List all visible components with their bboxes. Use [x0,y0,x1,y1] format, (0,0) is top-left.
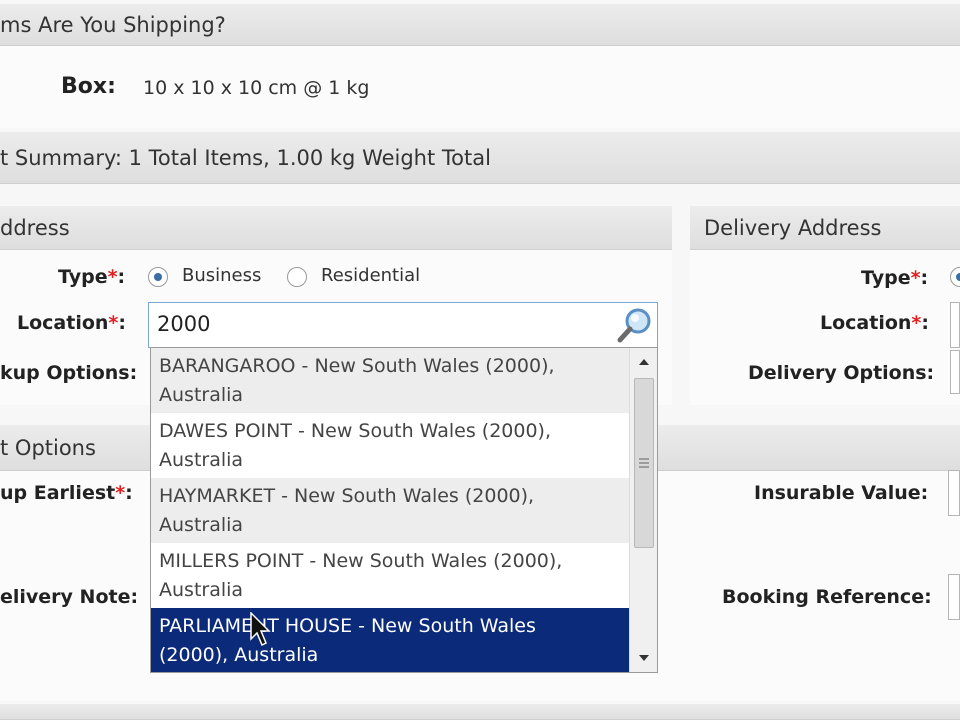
summary-text: t Summary: 1 Total Items, 1.00 kg Weight… [0,145,491,170]
search-icon[interactable] [615,305,655,345]
bottom-section-header [0,704,960,720]
delivery-options-label: Delivery Options: [748,362,935,384]
radio-business[interactable] [148,267,168,287]
scroll-down-icon[interactable] [630,646,658,670]
radio-residential-label[interactable]: Residential [321,265,420,286]
delivery-location-label: Location*: [820,312,929,334]
scroll-up-icon[interactable] [630,350,658,374]
insurable-value-input[interactable] [948,470,960,516]
scrollbar-thumb[interactable] [634,378,654,548]
autocomplete-scrollbar[interactable] [629,348,657,672]
cursor-icon [250,612,271,647]
pickup-address-title: ddress [0,215,70,240]
list-item-selected[interactable]: PARLIAMENT HOUSE - New South Wales (2000… [151,608,629,672]
delivery-location-input[interactable] [950,302,960,348]
items-section-title: ms Are You Shipping? [0,12,226,37]
radio-business-label[interactable]: Business [182,265,261,286]
pickup-earliest-label: up Earliest*: [0,482,133,504]
items-panel: Box: 10 x 10 x 10 cm @ 1 kg [0,46,960,128]
delivery-type-label: Type*: [861,267,929,289]
box-value: 10 x 10 x 10 cm @ 1 kg [143,77,370,99]
options-section-title: t Options [0,435,96,460]
delivery-address-header: Delivery Address [690,206,960,250]
insurable-value-label: Insurable Value: [754,482,929,504]
pickup-address-header: ddress [0,206,672,250]
delivery-address-title: Delivery Address [704,215,882,240]
list-item[interactable]: BARANGAROO - New South Wales (2000), Aus… [151,348,629,413]
shipment-summary-bar: t Summary: 1 Total Items, 1.00 kg Weight… [0,132,960,184]
booking-reference-label: Booking Reference: [722,586,932,608]
list-item[interactable]: DAWES POINT - New South Wales (2000), Au… [151,413,629,478]
delivery-note-label: elivery Note: [0,586,139,608]
list-item[interactable]: HAYMARKET - New South Wales (2000), Aust… [151,478,629,543]
booking-reference-input[interactable] [948,574,960,620]
pickup-location-label: Location*: [17,312,126,334]
grip-icon [639,458,649,468]
pickup-location-input[interactable]: 2000 [148,302,658,348]
radio-residential[interactable] [287,267,307,287]
pickup-location-value[interactable]: 2000 [157,312,210,336]
location-autocomplete-list[interactable]: BARANGAROO - New South Wales (2000), Aus… [150,347,658,673]
box-label: Box: [61,74,116,99]
items-section-header: ms Are You Shipping? [0,4,960,46]
pickup-type-label: Type*: [58,266,126,288]
delivery-options-field[interactable] [950,350,960,394]
list-item[interactable]: MILLERS POINT - New South Wales (2000), … [151,543,629,608]
pickup-options-label: kup Options: [0,362,138,384]
